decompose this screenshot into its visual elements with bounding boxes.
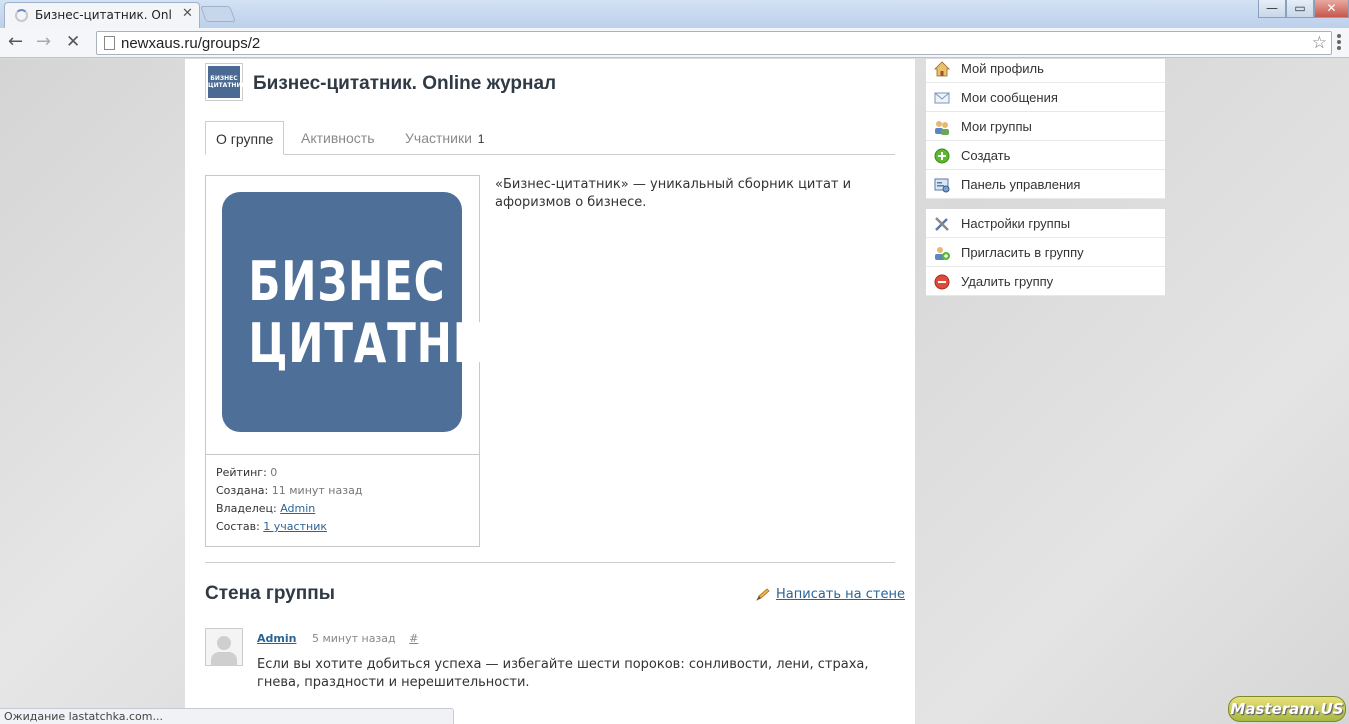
watermark-logo: Masteram.US — [1228, 696, 1346, 722]
tab-members-label: Участники — [405, 130, 472, 146]
post-time: 5 минут назад — [311, 632, 396, 645]
divider — [206, 454, 479, 455]
restore-button[interactable]: ▭ — [1286, 0, 1314, 18]
group-logo-small-text: БИЗНЕС ЦИТАТНИК — [208, 66, 246, 98]
menu-item-label: Панель управления — [961, 177, 1081, 192]
tools-icon — [935, 217, 949, 231]
group-description: «Бизнес-цитатник» — уникальный сборник ц… — [495, 177, 852, 210]
members-row: Состав: 1 участник — [216, 520, 327, 533]
group-logo-small[interactable]: БИЗНЕС ЦИТАТНИК — [205, 63, 246, 101]
menu-item-label: Мои сообщения — [961, 90, 1058, 105]
tab-about-label: О группе — [216, 131, 274, 147]
menu-item-label: Настройки группы — [961, 216, 1071, 231]
browser-toolbar: ← → ✕ newxaus.ru/groups/2 ☆ — [0, 28, 1349, 58]
tab-activity[interactable]: Активность — [291, 121, 385, 155]
browser-menu-icon[interactable] — [1337, 34, 1342, 50]
menu-item-label: Мои группы — [961, 119, 1032, 134]
tab-close-icon[interactable]: ✕ — [182, 6, 193, 21]
avatar[interactable] — [205, 628, 243, 666]
rating-row: Рейтинг: 0 — [216, 466, 277, 479]
tab-title: Бизнес-цитатник. Online — [35, 8, 171, 22]
group-logo-large: БИЗНЕС ЦИТАТНИК — [222, 192, 524, 432]
menu-item-label: Пригласить в группу — [961, 245, 1084, 260]
dashboard-icon — [934, 178, 950, 193]
forward-arrow-icon[interactable]: → — [36, 32, 51, 52]
loading-spinner-icon — [15, 9, 28, 22]
home-icon — [934, 61, 950, 77]
status-bar: Ожидание lastatchka.com... — [0, 708, 454, 724]
post-meta: Admin 5 минут назад # — [257, 632, 418, 645]
new-tab-button[interactable] — [200, 6, 236, 22]
pencil-icon — [756, 588, 770, 601]
delete-circle-icon — [934, 274, 950, 290]
group-tabs: О группе Активность Участники 1 — [205, 121, 895, 155]
menu-item-label: Мой профиль — [961, 61, 1044, 76]
section-divider — [205, 562, 895, 563]
user-add-icon — [935, 247, 950, 260]
tab-members[interactable]: Участники 1 — [395, 121, 494, 155]
users-icon — [935, 121, 949, 135]
owner-row: Владелец: Admin — [216, 502, 315, 515]
created-value: 11 минут назад — [271, 484, 363, 497]
members-label: Состав: — [216, 520, 260, 533]
post-text: Если вы хотите добиться успеха — избегай… — [257, 657, 869, 690]
rating-label: Рейтинг: — [216, 466, 267, 479]
menu-item-profile[interactable]: Мой профиль — [926, 59, 1165, 83]
group-menu: Настройки группы Пригласить в группу Уда… — [926, 209, 1165, 296]
close-window-button[interactable]: ✕ — [1314, 0, 1349, 18]
logo-line1: БИЗНЕС — [248, 250, 446, 313]
tab-activity-label: Активность — [301, 130, 375, 146]
post-author-link[interactable]: Admin — [257, 632, 296, 645]
menu-item-messages[interactable]: Мои сообщения — [926, 83, 1165, 112]
write-on-wall-link[interactable]: Написать на стене — [755, 587, 905, 602]
plus-circle-icon — [934, 148, 950, 164]
menu-item-groups[interactable]: Мои группы — [926, 112, 1165, 141]
post-permalink[interactable]: # — [409, 632, 418, 645]
menu-item-delete-group[interactable]: Удалить группу — [926, 267, 1165, 296]
logo-line2: ЦИТАТНИК — [248, 312, 524, 375]
envelope-icon — [934, 92, 950, 104]
back-arrow-icon[interactable]: ← — [8, 32, 23, 52]
owner-label: Владелец: — [216, 502, 277, 515]
menu-item-create[interactable]: Создать — [926, 141, 1165, 170]
minimize-button[interactable]: — — [1258, 0, 1286, 18]
members-count-badge: 1 — [477, 132, 485, 146]
menu-item-label: Удалить группу — [961, 274, 1054, 289]
rating-value: 0 — [270, 466, 278, 479]
page-icon — [104, 36, 115, 50]
browser-titlebar: Бизнес-цитатник. Online ✕ — ▭ ✕ — [0, 0, 1349, 28]
menu-item-dashboard[interactable]: Панель управления — [926, 170, 1165, 199]
page-title: Бизнес-цитатник. Online журнал — [253, 73, 557, 94]
main-content: БИЗНЕС ЦИТАТНИК Бизнес-цитатник. Online … — [185, 59, 915, 724]
page-viewport: БИЗНЕС ЦИТАТНИК Бизнес-цитатник. Online … — [0, 59, 1349, 724]
group-avatar-box: БИЗНЕС ЦИТАТНИК Рейтинг: 0 Создана: 11 м… — [205, 175, 524, 547]
browser-tab[interactable]: Бизнес-цитатник. Online ✕ — [4, 2, 200, 28]
url-text: newxaus.ru/groups/2 — [121, 35, 261, 52]
menu-item-invite[interactable]: Пригласить в группу — [926, 238, 1165, 267]
tab-about[interactable]: О группе — [205, 121, 285, 155]
write-on-wall-label: Написать на стене — [776, 587, 905, 602]
menu-item-group-settings[interactable]: Настройки группы — [926, 209, 1165, 238]
address-bar[interactable]: newxaus.ru/groups/2 ☆ — [96, 31, 1332, 55]
stop-loading-icon[interactable]: ✕ — [66, 32, 80, 52]
user-menu: Мой профиль Мои сообщения Мои группы Соз… — [926, 59, 1165, 199]
bookmark-star-icon[interactable]: ☆ — [1312, 33, 1327, 53]
wall-title: Стена группы — [205, 583, 335, 604]
menu-item-label: Создать — [961, 148, 1011, 163]
owner-link[interactable]: Admin — [280, 502, 315, 515]
created-row: Создана: 11 минут назад — [216, 484, 362, 497]
created-label: Создана: — [216, 484, 269, 497]
members-link[interactable]: 1 участник — [263, 520, 327, 533]
